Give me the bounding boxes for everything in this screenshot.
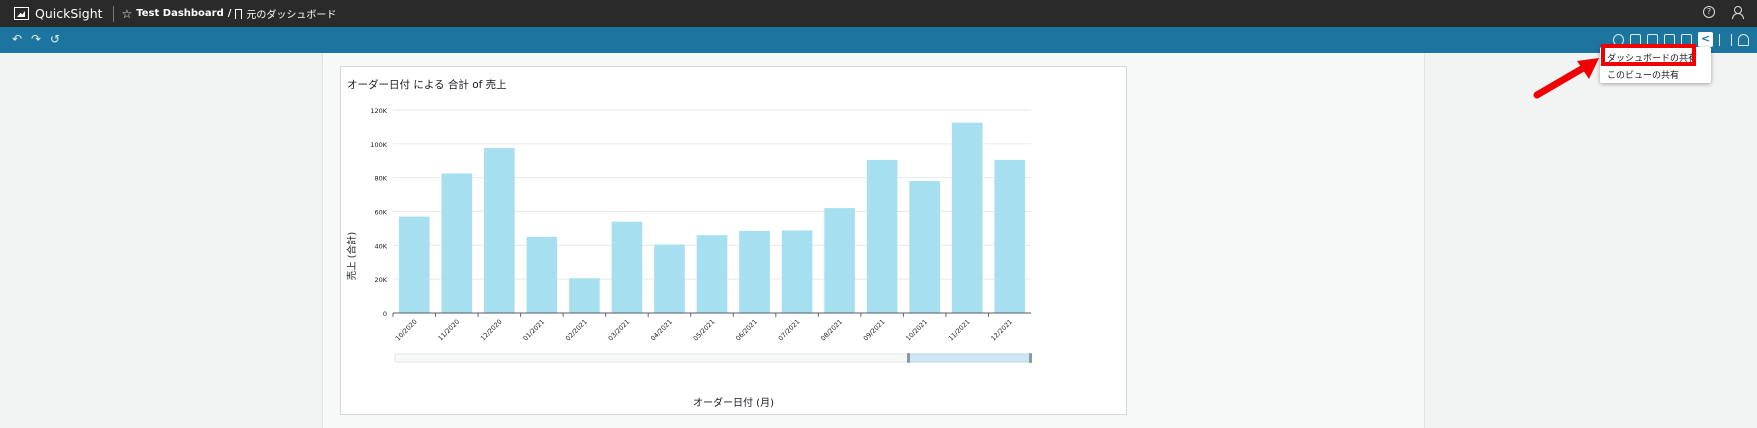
x-tick-label: 05/2021 — [692, 318, 717, 343]
range-handle-right[interactable] — [1029, 353, 1032, 363]
bar — [951, 122, 983, 313]
breadcrumb-separator: / — [227, 8, 232, 19]
bar — [824, 208, 855, 313]
x-axis-title: オーダー日付 (月) — [693, 398, 774, 409]
quicksight-logo[interactable]: QuickSight — [14, 6, 103, 21]
bar — [611, 221, 643, 313]
range-scrollbar-thumb[interactable] — [908, 353, 1032, 363]
top-bar: QuickSight ☆ Test Dashboard / 元のダッシュボード … — [0, 0, 1757, 27]
bar — [994, 159, 1026, 313]
x-tick-label: 04/2021 — [649, 318, 674, 343]
bar — [866, 159, 898, 313]
x-tick-label: 10/2020 — [394, 318, 419, 343]
bar-chart: 0 20K 40K 60K 80K 100K 120K 10/2020 11/2020 12/20… — [370, 107, 1032, 363]
y-tick-label: 60K — [374, 209, 387, 217]
undo-icon[interactable]: ↶ — [11, 32, 23, 46]
y-tick-label: 120K — [370, 107, 387, 115]
quicksight-logo-icon — [14, 7, 29, 20]
bar — [398, 216, 430, 313]
bar — [654, 244, 685, 313]
share-view-item[interactable]: このビューの共有 — [1607, 68, 1679, 81]
breadcrumb-sheet[interactable]: 元のダッシュボード — [246, 6, 336, 21]
range-handle-left[interactable] — [907, 353, 910, 363]
red-arrow-annotation — [1533, 58, 1599, 99]
bar — [441, 173, 473, 313]
bar — [569, 278, 600, 313]
bar — [696, 235, 728, 313]
x-tick-label: 10/2021 — [904, 318, 929, 343]
bell-icon[interactable] — [1738, 33, 1749, 46]
y-tick-label: 0 — [383, 310, 387, 318]
bar-chart-visual[interactable]: オーダー日付 による 合計 of 売上 0 20K 40K 60K 80K 100K 120… — [340, 66, 1127, 415]
x-tick-label: 11/2021 — [947, 318, 972, 343]
breadcrumb-dashboard[interactable]: Test Dashboard — [136, 8, 223, 19]
star-icon[interactable]: ☆ — [122, 7, 133, 21]
reset-icon[interactable]: ↺ — [49, 32, 61, 46]
bar — [526, 236, 558, 313]
bar — [484, 148, 515, 313]
share-icon[interactable] — [1698, 32, 1713, 47]
divider — [112, 5, 114, 22]
x-tick-label: 01/2021 — [522, 318, 547, 343]
dashboard-toolbar: ↶ ↷ ↺ — [0, 27, 1757, 53]
breadcrumb: ☆ Test Dashboard / 元のダッシュボード — [122, 6, 337, 22]
app-name: QuickSight — [35, 6, 103, 21]
bookmark-icon[interactable] — [235, 8, 243, 19]
redo-icon[interactable]: ↷ — [30, 32, 42, 46]
x-tick-label: 07/2021 — [777, 318, 802, 343]
x-tick-label: 12/2021 — [989, 318, 1014, 343]
y-axis-title: 売上 (合計) — [347, 231, 359, 281]
x-tick-label: 11/2020 — [436, 318, 461, 343]
x-tick-label: 06/2021 — [734, 318, 759, 343]
user-icon[interactable] — [1731, 6, 1744, 19]
x-tick-label: 12/2020 — [479, 318, 504, 343]
bar — [781, 230, 813, 313]
y-tick-label: 100K — [370, 141, 387, 149]
y-tick-label: 80K — [374, 175, 387, 183]
bar — [909, 181, 940, 313]
y-tick-label: 20K — [374, 276, 387, 284]
x-tick-label: 03/2021 — [607, 318, 632, 343]
fit-width-icon[interactable] — [1719, 33, 1732, 46]
highlight-box-annotation — [1601, 44, 1696, 66]
bar — [739, 230, 770, 313]
x-tick-label: 02/2021 — [564, 318, 589, 343]
y-tick-label: 40K — [374, 242, 387, 250]
x-tick-label: 08/2021 — [819, 318, 844, 343]
help-icon[interactable]: ? — [1703, 6, 1715, 18]
x-tick-label: 09/2021 — [862, 318, 887, 343]
